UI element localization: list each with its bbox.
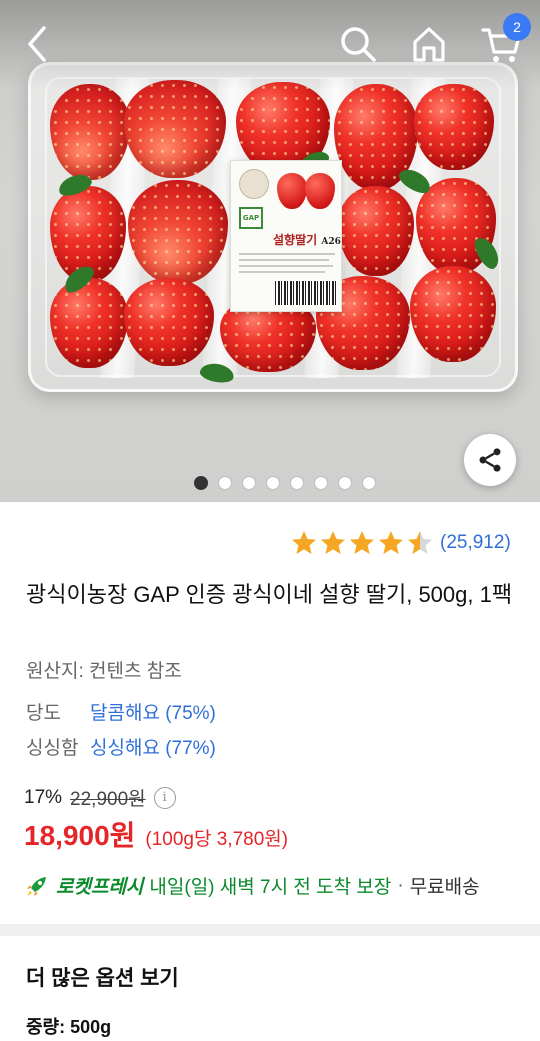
attribute-sweetness: 당도 달콤해요 (75%) (26, 698, 216, 725)
carousel-dot[interactable] (266, 476, 280, 490)
label-title: 설향딸기 A26 (273, 233, 341, 247)
section-divider (0, 924, 540, 936)
delivery-info: 로켓프레시 내일(일) 새벽 7시 전 도착 보장 · 무료배송 (24, 872, 480, 899)
discount-row: 17% 22,900원 i (24, 784, 176, 811)
carousel-dot[interactable] (362, 476, 376, 490)
star-icon (321, 531, 345, 554)
rating-stars (290, 529, 434, 557)
delivery-eta: 내일(일) 새벽 7시 전 도착 보장 (149, 877, 392, 898)
attribute-label: 당도 (26, 703, 61, 724)
star-icon (379, 531, 403, 554)
product-label-card: GAP 설향딸기 A26 (230, 160, 342, 312)
attribute-value: 싱싱해요 (77%) (90, 738, 216, 759)
carousel-dot[interactable] (290, 476, 304, 490)
attribute-freshness: 싱싱함 싱싱해요 (77%) (26, 733, 216, 760)
home-icon (413, 27, 445, 62)
price-row: 18,900원 (100g당 3,780원) (24, 814, 288, 854)
more-options-title[interactable]: 더 많은 옵션 보기 (26, 962, 179, 992)
search-icon (341, 27, 376, 62)
gap-badge: GAP (239, 207, 263, 229)
weight-value: 500g (70, 1017, 112, 1037)
top-navigation-bar: 2 (0, 0, 540, 88)
attribute-value: 달콤해요 (75%) (90, 703, 216, 724)
unit-price: (100g당 3,780원) (145, 829, 289, 850)
star-icon (350, 531, 374, 554)
chevron-left-icon (28, 26, 46, 62)
weight-option[interactable]: 중량: 500g (26, 1013, 111, 1039)
sale-price: 18,900원 (24, 820, 136, 851)
star-icon (292, 531, 316, 554)
product-title: 광식이농장 GAP 인증 광식이네 설향 딸기, 500g, 1팩 (26, 582, 513, 607)
rocket-icon (27, 876, 46, 896)
carousel-dot[interactable] (194, 476, 208, 490)
star-icon (408, 531, 432, 554)
carousel-dot[interactable] (338, 476, 352, 490)
original-price: 22,900원 (70, 789, 146, 810)
review-count-link[interactable]: (25,912) (440, 532, 511, 554)
back-button[interactable] (14, 20, 62, 68)
strawberry-icon (277, 173, 307, 209)
weight-label: 중량: (26, 1017, 66, 1037)
separator: · (397, 874, 404, 896)
share-icon (479, 448, 501, 472)
home-button[interactable] (405, 20, 453, 68)
info-icon[interactable]: i (153, 786, 176, 809)
rating-row[interactable]: (25,912) (290, 528, 511, 558)
strawberry-icon (305, 173, 335, 209)
carousel-dot[interactable] (314, 476, 328, 490)
free-shipping-label: 무료배송 (409, 877, 480, 898)
attribute-label: 싱싱함 (26, 738, 79, 759)
discount-rate: 17% (24, 786, 63, 808)
carousel-dot[interactable] (242, 476, 256, 490)
farmer-logo-icon (239, 169, 269, 199)
carousel-indicator[interactable] (0, 476, 540, 490)
cart-count-badge: 2 (503, 13, 531, 41)
origin-info: 원산지: 컨텐츠 참조 (26, 661, 182, 682)
barcode (275, 281, 337, 305)
rocket-fresh-label: 로켓프레시 (56, 877, 144, 898)
search-button[interactable] (334, 20, 382, 68)
carousel-dot[interactable] (218, 476, 232, 490)
